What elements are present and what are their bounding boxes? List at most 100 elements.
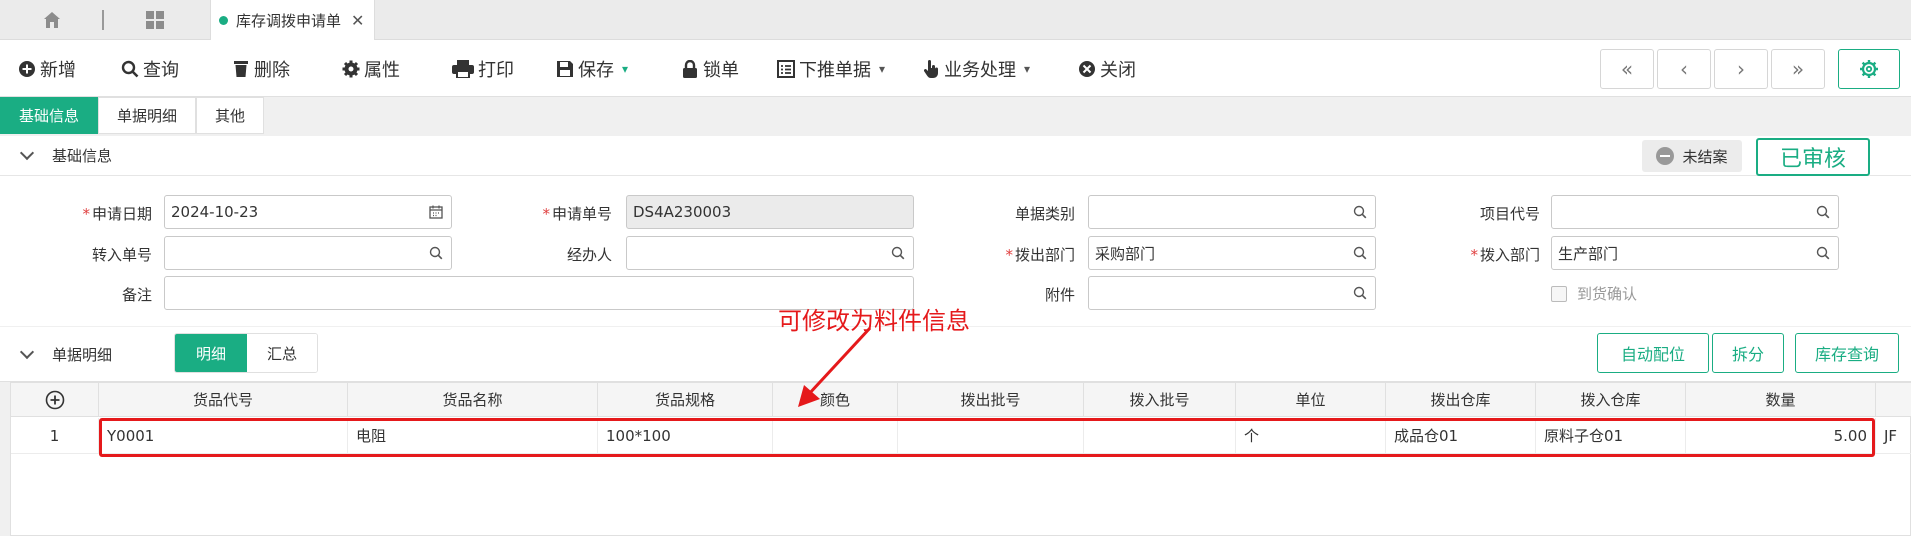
tab-doc-detail[interactable]: 单据明细 xyxy=(98,97,197,134)
basic-info-panel: 基础信息 未结案 已审核 * 申请日期 2024-10-23 * 申请单号 DS4A… xyxy=(0,136,1911,326)
calendar-icon[interactable] xyxy=(429,205,443,219)
print-button[interactable]: 打印 xyxy=(452,54,514,84)
close-icon[interactable]: ✕ xyxy=(351,11,364,30)
save-label: 保存 xyxy=(578,60,614,81)
chevron-down-icon: ▾ xyxy=(1024,62,1031,76)
properties-label: 属性 xyxy=(364,60,400,81)
apps-tab[interactable] xyxy=(105,0,205,40)
chevron-down-icon[interactable] xyxy=(19,344,35,360)
cell-overflow[interactable]: JF xyxy=(1876,418,1911,454)
business-label: 业务处理 xyxy=(944,60,1016,81)
lock-label: 锁单 xyxy=(703,60,739,81)
search-icon[interactable] xyxy=(1353,205,1367,219)
project-code-field[interactable] xyxy=(1551,195,1839,229)
tab-basic-info[interactable]: 基础信息 xyxy=(0,97,99,134)
lock-button[interactable]: 锁单 xyxy=(681,54,739,84)
query-button[interactable]: 查询 xyxy=(121,54,179,84)
row-number: 1 xyxy=(11,418,99,454)
column-header[interactable]: 货品名称 xyxy=(348,383,598,417)
tab-transfer-request[interactable]: 库存调拨申请单 ✕ xyxy=(210,0,375,40)
column-header[interactable]: 拨出批号 xyxy=(898,383,1084,417)
project-code-label: 项目代号 xyxy=(1479,205,1540,223)
handler-label: 经办人 xyxy=(566,246,612,264)
apply-date-label: * 申请日期 xyxy=(82,205,152,223)
close-button[interactable]: 关闭 xyxy=(1078,54,1136,84)
new-button[interactable]: 新增 xyxy=(18,54,76,84)
query-label: 查询 xyxy=(143,60,179,81)
search-icon[interactable] xyxy=(1816,246,1830,260)
toggle-summary[interactable]: 汇总 xyxy=(247,334,317,372)
tab-separator xyxy=(102,10,104,30)
annotation-highlight-box xyxy=(99,418,1875,457)
gear-icon xyxy=(342,60,360,78)
plus-circle-icon[interactable] xyxy=(45,390,65,410)
push-down-button[interactable]: 下推单据 ▾ xyxy=(777,54,885,84)
detail-toggle: 明细 汇总 xyxy=(174,333,318,373)
search-icon[interactable] xyxy=(1353,286,1367,300)
new-label: 新增 xyxy=(40,60,76,81)
handler-field[interactable] xyxy=(626,236,914,270)
previous-record-button[interactable]: ‹ xyxy=(1657,49,1711,89)
business-button[interactable]: 业务处理 ▾ xyxy=(922,54,1030,84)
search-icon[interactable] xyxy=(429,246,443,260)
out-dept-field[interactable]: 采购部门 xyxy=(1088,236,1376,270)
apply-no-label: * 申请单号 xyxy=(542,205,612,223)
delete-button[interactable]: 删除 xyxy=(232,54,290,84)
save-icon xyxy=(556,60,574,78)
column-header[interactable]: 拨入批号 xyxy=(1084,383,1236,417)
toggle-detail[interactable]: 明细 xyxy=(175,334,247,372)
stock-query-button[interactable]: 库存查询 xyxy=(1795,333,1899,373)
home-icon xyxy=(44,12,60,28)
document-list-icon xyxy=(777,60,795,78)
column-header[interactable]: 拨出仓库 xyxy=(1386,383,1536,417)
first-record-button[interactable]: « xyxy=(1600,49,1654,89)
search-icon[interactable] xyxy=(1353,246,1367,260)
tab-other[interactable]: 其他 xyxy=(196,97,265,134)
in-no-field[interactable] xyxy=(164,236,452,270)
close-circle-icon xyxy=(1078,60,1096,78)
printer-icon xyxy=(452,60,474,78)
basic-info-header: 基础信息 未结案 已审核 xyxy=(0,136,1911,176)
attachment-label: 附件 xyxy=(1044,286,1075,304)
add-row-header[interactable] xyxy=(11,383,99,417)
status-badge-label: 未结案 xyxy=(1682,147,1728,166)
auto-allocate-button[interactable]: 自动配位 xyxy=(1597,333,1709,373)
arrival-confirm[interactable]: 到货确认 xyxy=(1551,283,1637,304)
attachment-field[interactable] xyxy=(1088,276,1376,310)
checkbox[interactable] xyxy=(1551,285,1567,302)
column-header[interactable]: 拨入仓库 xyxy=(1536,383,1686,417)
column-header[interactable]: 数量 xyxy=(1686,383,1876,417)
save-button[interactable]: 保存 ▾ xyxy=(556,54,628,84)
double-right-icon: » xyxy=(1791,57,1805,81)
settings-button[interactable] xyxy=(1838,49,1900,89)
minus-circle-icon xyxy=(1656,147,1675,165)
split-button[interactable]: 拆分 xyxy=(1712,333,1784,373)
doc-type-field[interactable] xyxy=(1088,195,1376,229)
column-header[interactable]: 货品代号 xyxy=(99,383,348,417)
last-record-button[interactable]: » xyxy=(1771,49,1825,89)
apply-date-field[interactable]: 2024-10-23 xyxy=(164,195,452,229)
search-icon[interactable] xyxy=(891,246,905,260)
settings-gear-icon xyxy=(1860,60,1878,78)
out-dept-label: * 拨出部门 xyxy=(1005,246,1075,264)
doc-type-label: 单据类别 xyxy=(1014,205,1075,223)
in-dept-field[interactable]: 生产部门 xyxy=(1551,236,1839,270)
detail-grid: 货品代号 货品名称 货品规格 颜色 拨出批号 拨入批号 单位 拨出仓库 拨入仓库… xyxy=(10,382,1911,536)
column-header[interactable]: 单位 xyxy=(1236,383,1386,417)
hand-pointer-icon xyxy=(922,60,940,78)
grid-icon xyxy=(146,11,164,29)
chevron-down-icon[interactable] xyxy=(19,145,35,161)
search-icon xyxy=(121,60,139,78)
column-header[interactable]: 货品规格 xyxy=(598,383,773,417)
arrival-confirm-label: 到货确认 xyxy=(1577,285,1638,303)
close-label: 关闭 xyxy=(1100,60,1136,81)
trash-icon xyxy=(232,60,250,78)
search-icon[interactable] xyxy=(1816,205,1830,219)
properties-button[interactable]: 属性 xyxy=(342,54,400,84)
remark-label: 备注 xyxy=(121,286,152,304)
chevron-down-icon: ▾ xyxy=(879,62,886,76)
audited-button[interactable]: 已审核 xyxy=(1756,138,1870,176)
home-tab[interactable] xyxy=(2,0,102,40)
status-badge: 未结案 xyxy=(1642,140,1742,172)
next-record-button[interactable]: › xyxy=(1714,49,1768,89)
